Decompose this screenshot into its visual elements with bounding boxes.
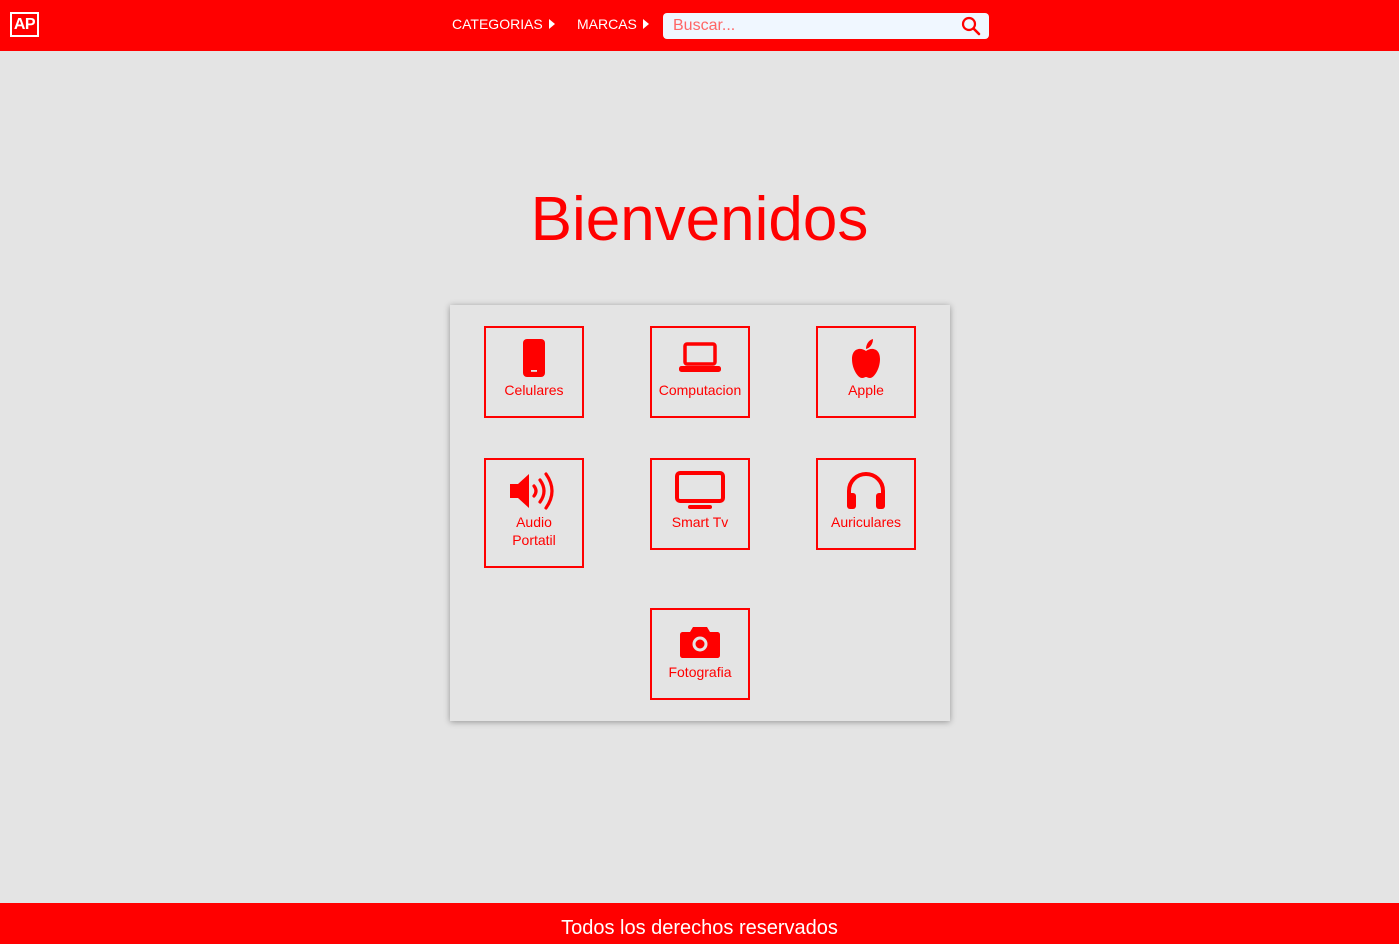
- category-tile-celulares[interactable]: Celulares: [484, 326, 584, 418]
- laptop-icon: [678, 337, 722, 381]
- top-navbar: AP CATEGORIAS MARCAS: [0, 0, 1399, 51]
- category-tile-apple[interactable]: Apple: [816, 326, 916, 418]
- category-label: Smart Tv: [671, 514, 729, 530]
- caret-right-icon: [642, 19, 649, 29]
- nav-marcas-label: MARCAS: [577, 16, 637, 32]
- search-box: [663, 13, 989, 39]
- category-label: Auriculares: [830, 514, 902, 530]
- caret-right-icon: [548, 19, 555, 29]
- apple-icon: [844, 337, 888, 381]
- mobile-phone-icon: [512, 337, 556, 381]
- page-title: Bienvenidos: [530, 185, 869, 254]
- categories-panel: Celulares Computacion Apple Audio Portat…: [450, 305, 950, 721]
- category-label: Fotografia: [668, 664, 732, 680]
- nav-categorias-dropdown[interactable]: CATEGORIAS: [452, 15, 555, 33]
- headphones-icon: [844, 469, 888, 513]
- search-input[interactable]: [663, 13, 953, 39]
- category-tile-audio-portatil[interactable]: Audio Portatil: [484, 458, 584, 568]
- category-label: Audio Portatil: [512, 514, 556, 548]
- category-label: Celulares: [504, 382, 564, 398]
- nav-categorias-label: CATEGORIAS: [452, 16, 543, 32]
- search-icon[interactable]: [961, 16, 981, 36]
- tv-icon: [675, 469, 725, 513]
- category-tile-fotografia[interactable]: Fotografia: [650, 608, 750, 700]
- footer-copyright-text: Todos los derechos reservados: [561, 917, 838, 939]
- category-tile-smart-tv[interactable]: Smart Tv: [650, 458, 750, 550]
- site-logo[interactable]: AP: [10, 12, 39, 37]
- page-footer: Todos los derechos reservados: [0, 903, 1399, 944]
- category-tile-computacion[interactable]: Computacion: [650, 326, 750, 418]
- category-label: Apple: [848, 382, 884, 398]
- category-label: Computacion: [658, 382, 742, 398]
- category-tile-auriculares[interactable]: Auriculares: [816, 458, 916, 550]
- nav-marcas-dropdown[interactable]: MARCAS: [577, 15, 649, 33]
- camera-icon: [678, 619, 722, 663]
- speaker-volume-icon: [510, 469, 556, 513]
